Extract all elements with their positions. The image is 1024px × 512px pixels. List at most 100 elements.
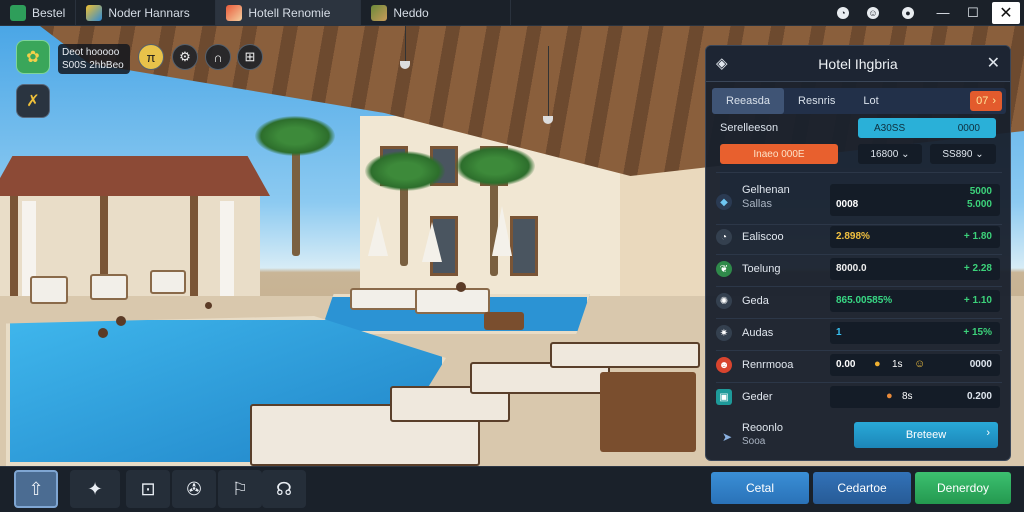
confirm-button[interactable]: Breteew › <box>854 422 998 448</box>
stat-name: Toelung <box>742 263 781 275</box>
tools-icon[interactable]: π <box>138 44 164 70</box>
lounger[interactable] <box>550 342 700 368</box>
tab-noder-hannars[interactable]: Noder Hannars <box>76 0 217 26</box>
maximize-button[interactable]: ☐ <box>958 0 988 26</box>
tab-label: Bestel <box>32 6 66 20</box>
close-icon[interactable]: ✕ <box>987 53 1000 73</box>
stat-value-top: 5000 <box>969 186 992 197</box>
guest[interactable] <box>116 316 126 326</box>
side-table[interactable] <box>600 372 696 452</box>
record-button[interactable]: ● <box>888 0 928 26</box>
palm-tree <box>455 146 535 186</box>
tab-neddo[interactable]: Neddo <box>361 0 512 26</box>
guest[interactable] <box>98 328 108 338</box>
lounger[interactable] <box>150 270 186 294</box>
star-icon: ✷ <box>716 325 732 341</box>
dark-value-pill[interactable]: 16800 ⌄ <box>858 144 922 164</box>
guest-tool[interactable]: ☊ <box>262 470 306 508</box>
hud-info-line: Deot hooooo <box>62 47 120 58</box>
palette-icon: ✇ <box>186 478 202 499</box>
blue-value-pill[interactable]: A30SS 0000 <box>858 118 996 138</box>
gear-icon[interactable]: ⚙ <box>172 44 198 70</box>
bottom-toolbar: ⇧ ✦ ⊡ ✇ ⚐ ☊ Cetal Cedartoe Denerdoy <box>0 466 1024 512</box>
stat-row[interactable]: ☻ Renrmooa 0.00 ● 1s ☺ 0000 <box>716 352 1004 378</box>
secondary-button[interactable]: Cedartoe <box>813 472 911 504</box>
stat-name: Gelhenan <box>742 184 790 196</box>
guest[interactable] <box>205 302 212 309</box>
face-icon: ☻ <box>716 357 732 373</box>
edit-tool-button[interactable]: ✗ <box>16 84 50 118</box>
hud-info-line: S00S 2hbBeo <box>62 60 124 71</box>
room-tool[interactable]: ⊡ <box>126 470 170 508</box>
stat-row[interactable]: ◆ Gelhenan Sallas 0008 5000 5.000 <box>716 184 1004 220</box>
stat-sub: Sallas <box>742 198 772 210</box>
stat-value-secondary: 1s <box>892 359 903 370</box>
stat-row[interactable]: ❦ Toelung 8000.0 + 2.28 <box>716 256 1004 282</box>
stat-delta: + 1.80 <box>963 231 992 242</box>
reward-badge[interactable]: 07 › <box>970 91 1002 111</box>
chevron-right-icon: › <box>986 427 990 439</box>
staff-icon: ⚐ <box>231 478 249 499</box>
home-tool[interactable]: ⇧ <box>14 470 58 508</box>
stat-delta: + 15% <box>963 327 992 338</box>
tab-hotell-renomie[interactable]: Hotell Renomie <box>216 0 362 26</box>
wrench-icon: ✗ <box>26 93 40 110</box>
expand-icon: ⌄ <box>901 148 910 160</box>
list-icon[interactable]: ⊞ <box>237 44 263 70</box>
stat-value: 0008 <box>836 199 859 210</box>
tab-label: Neddo <box>393 6 429 20</box>
close-icon: ✕ <box>999 4 1013 22</box>
badge-count: 07 <box>976 95 989 107</box>
move-tool[interactable]: ✦ <box>70 470 120 508</box>
lounger[interactable] <box>30 276 68 304</box>
emoji-button[interactable]: ☺ <box>858 0 888 26</box>
palm-tree <box>255 116 335 156</box>
lounger[interactable] <box>415 288 490 314</box>
minimize-button[interactable]: — <box>928 0 958 26</box>
orange-action-pill[interactable]: Inaeo 000E <box>720 144 838 164</box>
plane-icon: ✦ <box>87 478 103 499</box>
expand-icon: ⌄ <box>975 148 984 160</box>
stat-row[interactable]: ◔ Ealiscoo 2.898% + 1.80 <box>716 224 1004 250</box>
stat-name: Ealiscoo <box>742 231 784 243</box>
stat-row[interactable]: ✷ Audas 1 + 15% <box>716 320 1004 346</box>
stat-delta: 0.200 <box>966 391 992 402</box>
stat-name: Renrmooa <box>742 359 794 371</box>
stat-delta: + 1.10 <box>963 295 992 306</box>
chevron-right-icon: › <box>992 95 996 107</box>
stat-name: Geder <box>742 391 773 403</box>
stat-row[interactable]: ▣ Geder ● 8s 0.200 <box>716 384 1004 410</box>
coin-icon: ● <box>874 358 881 370</box>
lounger[interactable] <box>90 274 128 300</box>
confirm-label: Breteew <box>905 429 947 441</box>
decor-tool[interactable]: ✇ <box>172 470 216 508</box>
tab-lot[interactable]: Lot <box>849 88 892 114</box>
clock-button[interactable]: ◔ <box>828 0 858 26</box>
build-button[interactable]: ✿ <box>16 40 50 74</box>
side-table[interactable] <box>484 312 524 330</box>
smile-icon: ☺ <box>914 358 926 370</box>
close-button[interactable]: ✕ <box>992 1 1020 24</box>
character-icon <box>226 5 243 21</box>
pill-value: SS890 <box>942 148 973 160</box>
lounger[interactable] <box>350 288 420 310</box>
stat-value: 0.00 <box>836 359 856 370</box>
dark-value-pill[interactable]: SS890 ⌄ <box>930 144 996 164</box>
guest-icon: ☊ <box>276 478 292 499</box>
stat-value: 1 <box>836 327 842 338</box>
back-icon[interactable]: ◈ <box>716 54 728 72</box>
guest[interactable] <box>456 282 466 292</box>
tab-bestel[interactable]: Bestel <box>0 0 77 26</box>
stat-delta: 0000 <box>969 359 992 370</box>
coin-icon: ● <box>886 390 893 402</box>
tab-reeasda[interactable]: Reeasda <box>712 88 785 114</box>
clock-icon: ◔ <box>837 6 849 19</box>
stat-row[interactable]: ✺ Geda 865.00585% + 1.10 <box>716 288 1004 314</box>
box-icon: ▣ <box>716 389 732 405</box>
lock-icon[interactable]: ∩ <box>205 44 231 70</box>
tab-resnris[interactable]: Resnris <box>784 88 849 114</box>
cancel-button[interactable]: Cetal <box>711 472 809 504</box>
staff-tool[interactable]: ⚐ <box>218 470 262 508</box>
confirm-action-button[interactable]: Denerdoy <box>915 472 1011 504</box>
panel-title: Hotel Ihgbria <box>818 55 898 72</box>
